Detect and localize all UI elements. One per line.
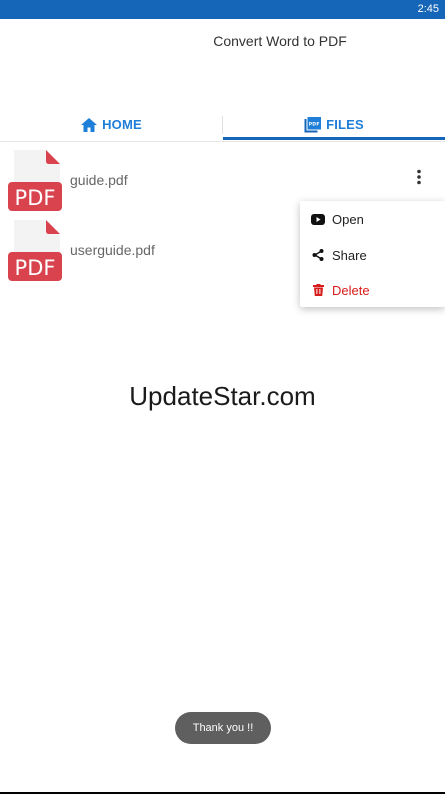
tab-home-label: HOME — [102, 117, 142, 132]
menu-item-label: Share — [332, 247, 367, 263]
pdf-file-icon: PDF — [8, 150, 64, 212]
file-name: userguide.pdf — [70, 242, 155, 258]
menu-item-share[interactable]: Share — [300, 238, 445, 272]
status-bar: 2:45 — [0, 0, 445, 19]
status-time: 2:45 — [417, 3, 439, 15]
tab-bar: HOME PDF FILES — [0, 108, 445, 142]
context-menu: Open Share Delete — [300, 201, 445, 307]
page-title: Convert Word to PDF — [213, 33, 347, 49]
watermark-text: UpdateStar.com — [129, 381, 316, 411]
menu-item-delete[interactable]: Delete — [300, 273, 445, 307]
home-icon — [80, 117, 98, 133]
more-options-button[interactable] — [408, 166, 430, 188]
tab-indicator — [223, 137, 445, 140]
svg-text:PDF: PDF — [309, 122, 320, 128]
pdf-icon-label: PDF — [15, 186, 56, 210]
menu-item-open[interactable]: Open — [300, 202, 445, 236]
file-name: guide.pdf — [70, 172, 128, 188]
more-vert-icon — [417, 169, 421, 185]
share-icon — [311, 249, 325, 261]
toast-message: Thank you !! — [175, 712, 271, 744]
pdf-icon-label: PDF — [15, 256, 56, 280]
trash-icon — [311, 284, 325, 296]
menu-item-label: Open — [332, 211, 364, 227]
tab-home[interactable]: HOME — [0, 108, 222, 141]
pdf-file-icon: PDF — [304, 116, 323, 133]
youtube-play-icon — [311, 213, 325, 225]
pdf-file-icon: PDF — [8, 220, 64, 282]
menu-item-label: Delete — [332, 282, 370, 298]
tab-files-label: FILES — [326, 117, 364, 132]
